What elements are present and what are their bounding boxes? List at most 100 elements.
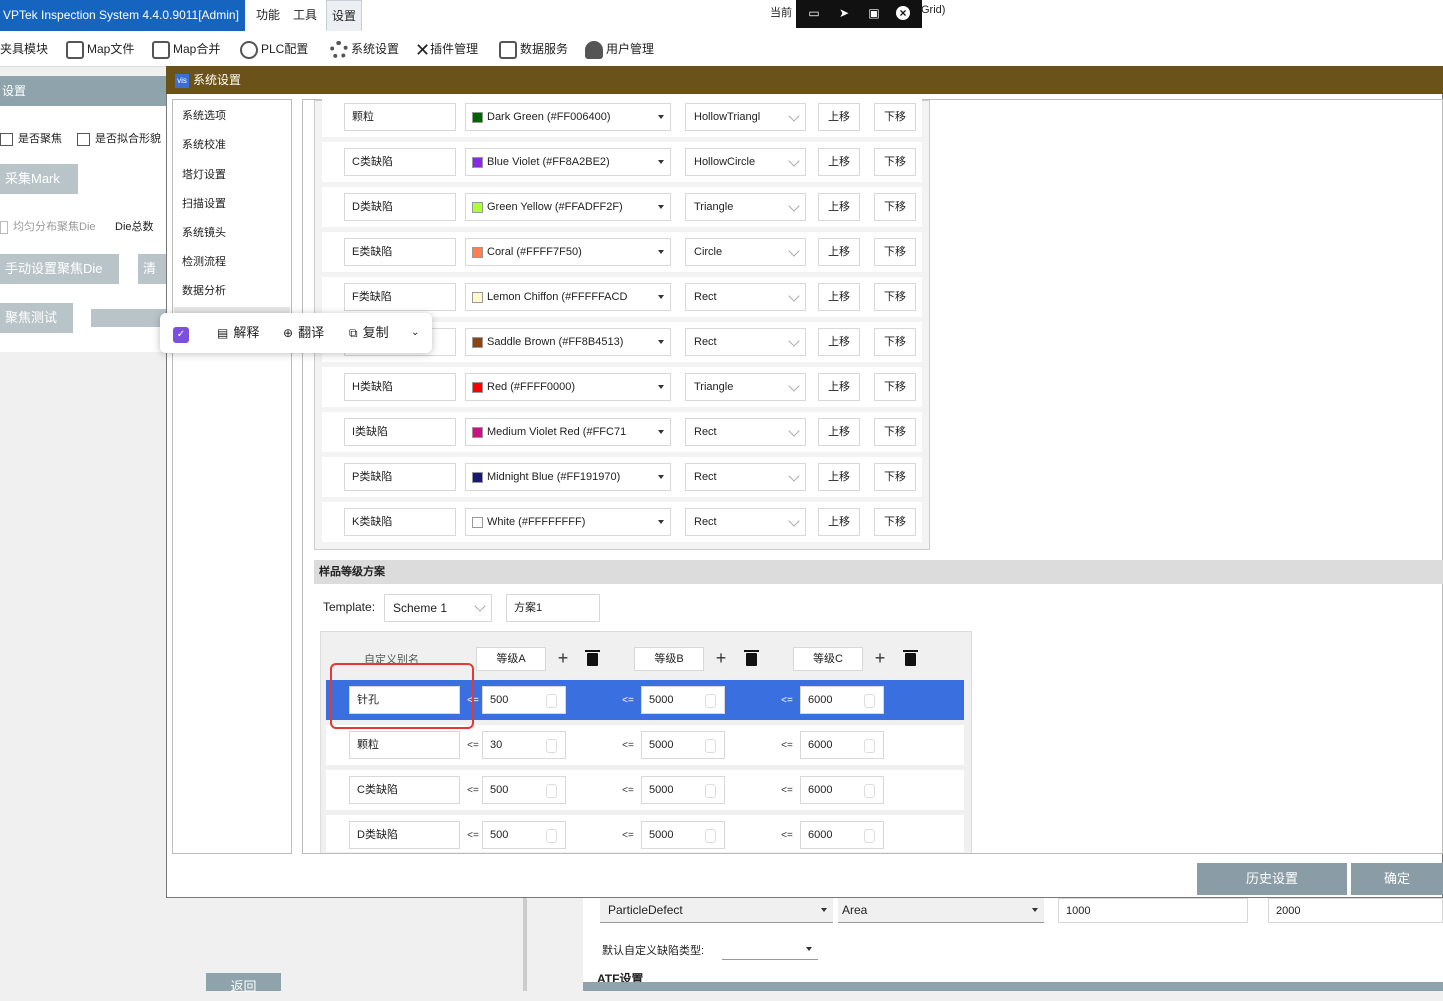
spinner-icon[interactable] <box>705 784 716 798</box>
move-down-button[interactable]: 下移 <box>874 508 916 536</box>
grade-a-value-input[interactable]: 500 <box>482 686 566 714</box>
grade-c-value-input[interactable]: 6000 <box>800 776 884 804</box>
threshold-max-input[interactable]: 2000 <box>1268 898 1443 923</box>
defect-color-select[interactable]: Red (#FFFF0000) <box>465 373 671 401</box>
defect-color-select[interactable]: Saddle Brown (#FF8B4513) <box>465 328 671 356</box>
ok-button[interactable]: 确定 <box>1351 863 1443 895</box>
add-icon[interactable]: + <box>713 648 729 668</box>
grade-a-value-input[interactable]: 30 <box>482 731 566 759</box>
image-icon[interactable]: ▣ <box>866 6 882 20</box>
move-down-button[interactable]: 下移 <box>874 373 916 401</box>
spinner-icon[interactable] <box>864 694 875 708</box>
defect-name-input[interactable]: P类缺陷 <box>344 463 456 491</box>
history-settings-button[interactable]: 历史设置 <box>1197 863 1347 895</box>
nav-inspection-flow[interactable]: 检测流程 <box>182 252 226 272</box>
defect-shape-select[interactable]: Rect <box>685 508 806 536</box>
grade-a-value-input[interactable]: 500 <box>482 776 566 804</box>
defect-shape-select[interactable]: Rect <box>685 283 806 311</box>
collect-mark-button[interactable]: 采集Mark <box>0 164 78 194</box>
scheme-name-input[interactable]: 方案1 <box>506 594 600 622</box>
nav-tower-light[interactable]: 塔灯设置 <box>182 165 226 185</box>
nav-data-analysis[interactable]: 数据分析 <box>182 281 226 301</box>
alias-input[interactable]: C类缺陷 <box>349 776 460 804</box>
check-fit[interactable]: 是否拟合形貌 <box>77 130 161 146</box>
defect-shape-select[interactable]: Circle <box>685 238 806 266</box>
grade-c-header[interactable]: 等级C <box>793 647 863 671</box>
move-up-button[interactable]: 上移 <box>818 508 860 536</box>
defect-shape-select[interactable]: Rect <box>685 463 806 491</box>
spinner-icon[interactable] <box>864 784 875 798</box>
move-down-button[interactable]: 下移 <box>874 328 916 356</box>
defect-shape-select[interactable]: Rect <box>685 418 806 446</box>
focus-test-button[interactable]: 聚焦测试 <box>0 303 73 333</box>
defect-color-select[interactable]: Lemon Chiffon (#FFFFFACD <box>465 283 671 311</box>
defect-color-select[interactable]: Green Yellow (#FFADFF2F) <box>465 193 671 221</box>
move-up-button[interactable]: 上移 <box>818 328 860 356</box>
defect-shape-select[interactable]: HollowCircle <box>685 148 806 176</box>
threshold-min-input[interactable]: 1000 <box>1058 898 1248 923</box>
grade-a-header[interactable]: 等级A <box>476 647 546 671</box>
spinner-icon[interactable] <box>546 694 557 708</box>
grade-c-value-input[interactable]: 6000 <box>800 731 884 759</box>
template-select[interactable]: Scheme 1 <box>384 594 492 622</box>
spinner-icon[interactable] <box>864 739 875 753</box>
alias-input[interactable]: 颗粒 <box>349 731 460 759</box>
move-down-button[interactable]: 下移 <box>874 193 916 221</box>
move-down-button[interactable]: 下移 <box>874 463 916 491</box>
move-up-button[interactable]: 上移 <box>818 148 860 176</box>
defect-name-input[interactable]: D类缺陷 <box>344 193 456 221</box>
move-down-button[interactable]: 下移 <box>874 283 916 311</box>
defect-name-input[interactable]: E类缺陷 <box>344 238 456 266</box>
defect-name-input[interactable]: F类缺陷 <box>344 283 456 311</box>
defect-name-input[interactable]: I类缺陷 <box>344 418 456 446</box>
defect-name-input[interactable]: C类缺陷 <box>344 148 456 176</box>
popup-copy[interactable]: ⧉ 复制 <box>349 313 389 353</box>
defect-name-input[interactable]: K类缺陷 <box>344 508 456 536</box>
grade-b-value-input[interactable]: 5000 <box>641 686 725 714</box>
spinner-icon[interactable] <box>705 829 716 843</box>
close-icon[interactable]: × <box>896 6 910 20</box>
defect-type-select[interactable]: ParticleDefect <box>600 898 833 923</box>
spinner-icon[interactable] <box>546 784 557 798</box>
menu-tools[interactable]: 工具 <box>288 0 322 31</box>
defect-color-select[interactable]: Blue Violet (#FF8A2BE2) <box>465 148 671 176</box>
spinner-icon[interactable] <box>546 739 557 753</box>
metric-select[interactable]: Area <box>838 898 1044 923</box>
toolbar-map-merge[interactable]: Map合并 <box>152 31 220 67</box>
trash-icon[interactable] <box>744 650 759 666</box>
toolbar-fixture[interactable]: 夹具模块 <box>0 31 48 67</box>
add-icon[interactable]: + <box>555 648 571 668</box>
spinner-icon[interactable] <box>546 829 557 843</box>
spinner-icon[interactable] <box>705 739 716 753</box>
spinner-icon[interactable] <box>705 694 716 708</box>
nav-system-calibration[interactable]: 系统校准 <box>182 135 226 155</box>
toolbar-plugins[interactable]: ✕插件管理 <box>415 31 478 67</box>
toolbar-map-file[interactable]: Map文件 <box>66 31 134 67</box>
move-up-button[interactable]: 上移 <box>818 418 860 446</box>
clear-button[interactable]: 清 <box>138 254 168 284</box>
move-up-button[interactable]: 上移 <box>818 463 860 491</box>
grade-b-value-input[interactable]: 5000 <box>641 731 725 759</box>
defect-shape-select[interactable]: Triangle <box>685 193 806 221</box>
popup-translate[interactable]: ⊕ 翻译 <box>283 313 324 353</box>
move-up-button[interactable]: 上移 <box>818 283 860 311</box>
defect-name-input[interactable]: H类缺陷 <box>344 373 456 401</box>
menu-function[interactable]: 功能 <box>251 0 285 31</box>
move-down-button[interactable]: 下移 <box>874 238 916 266</box>
defect-color-select[interactable]: Coral (#FFFF7F50) <box>465 238 671 266</box>
popup-explain[interactable]: ▤ 解释 <box>217 313 259 353</box>
defect-color-select[interactable]: Midnight Blue (#FF191970) <box>465 463 671 491</box>
default-custom-type-select[interactable] <box>722 940 818 960</box>
nav-system-lens[interactable]: 系统镜头 <box>182 223 226 243</box>
move-up-button[interactable]: 上移 <box>818 238 860 266</box>
assistant-logo-icon[interactable]: ✓ <box>173 327 189 343</box>
check-focus[interactable]: 是否聚焦 <box>0 130 62 146</box>
trash-icon[interactable] <box>585 650 600 666</box>
move-down-button[interactable]: 下移 <box>874 418 916 446</box>
defect-shape-select[interactable]: HollowTriangl <box>685 103 806 131</box>
defect-shape-select[interactable]: Rect <box>685 328 806 356</box>
popup-more-chevron-icon[interactable]: ⌄ <box>411 313 419 353</box>
grade-b-value-input[interactable]: 5000 <box>641 821 725 849</box>
splitter[interactable] <box>523 898 527 991</box>
pointer-icon[interactable]: ➤ <box>836 6 852 20</box>
